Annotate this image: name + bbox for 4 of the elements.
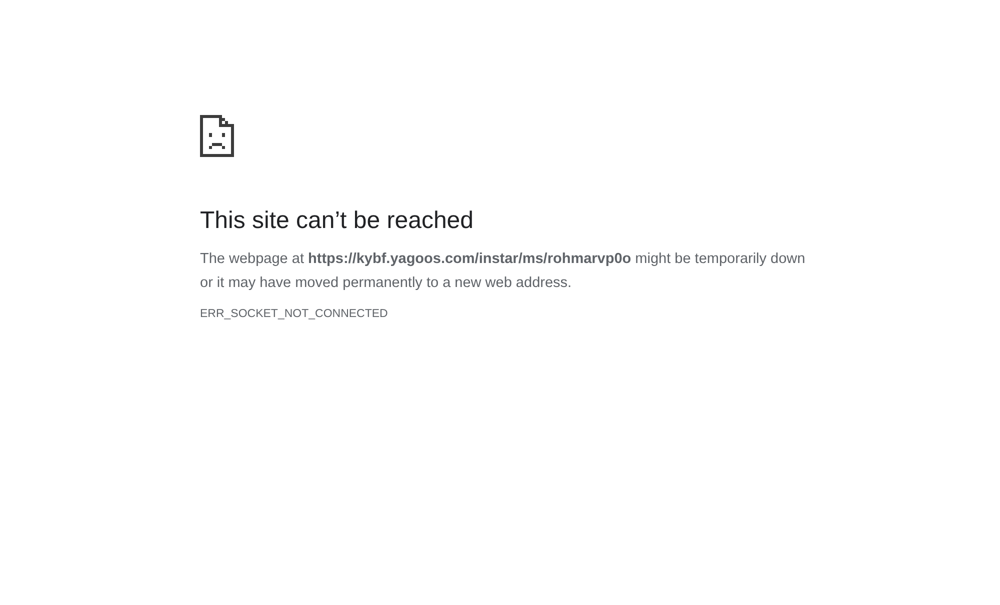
error-message: The webpage at https://kybf.yagoos.com/instar/ms/rohmarvp0o might be temporarily down or it may have moved permanently to a new web address. xyxy=(200,250,806,293)
error-heading: This site can’t be reached xyxy=(200,206,474,236)
sad-page-icon xyxy=(200,115,234,157)
error-code: ERR_SOCKET_NOT_CONNECTED xyxy=(200,307,388,322)
